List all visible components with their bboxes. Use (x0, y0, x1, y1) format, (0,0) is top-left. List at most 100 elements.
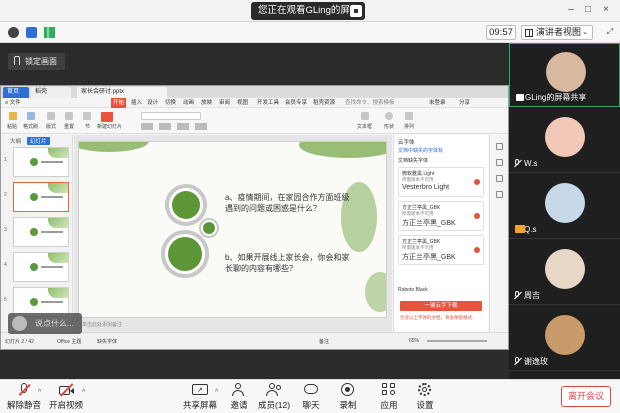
thumb-number: 3 (4, 227, 7, 233)
wps-tab-home[interactable]: 首页 (3, 87, 29, 98)
property-icon[interactable] (496, 143, 503, 150)
wps-menu-bar: ≡ 文件 开始 插入 设计 切换 动画 放映 审阅 视图 开发工具 会员专享 稻… (1, 98, 508, 108)
maximize-icon[interactable]: □ (582, 4, 594, 16)
menu-slideshow[interactable]: 放映 (201, 98, 212, 108)
participant-tile[interactable]: GLing的屏幕共享 (509, 43, 620, 107)
thumb-number: 1 (4, 157, 7, 163)
font-card-status: 所需版本不可用 (402, 177, 434, 182)
download-font-icon[interactable] (474, 247, 480, 253)
settings-button[interactable]: 设置 (410, 383, 440, 411)
stop-viewing-icon[interactable] (350, 5, 362, 17)
thumb-number: 4 (4, 262, 7, 268)
gear-icon-circle (161, 230, 209, 278)
tab-slides[interactable]: 幻灯片 (27, 137, 50, 145)
start-video-button[interactable]: 开启视频 (46, 383, 86, 411)
file-menu[interactable]: ≡ 文件 (5, 98, 21, 108)
arrange-icon[interactable] (405, 112, 413, 120)
new-slide-icon[interactable] (101, 112, 113, 122)
paste-label: 粘贴 (7, 124, 18, 130)
slide-notes[interactable]: 单击此处添加备注 (78, 320, 387, 330)
menu-review[interactable]: 审阅 (219, 98, 230, 108)
slide-editing-area: a、疫情期间，在家园合作方面班级遇到的问题或困惑是什么？ b、如果开展线上家长会… (74, 135, 392, 332)
lock-view-button[interactable]: 锁定画面 (8, 53, 65, 70)
thumb-number: 2 (4, 192, 7, 198)
menu-start[interactable]: 开始 (111, 98, 127, 108)
minimize-icon[interactable]: – (565, 4, 577, 16)
participant-tile[interactable]: 谢逸玫 (509, 307, 620, 371)
download-fonts-button[interactable]: 一键云字下载 (400, 301, 482, 311)
zoom-slider[interactable] (427, 340, 487, 342)
shield-icon[interactable] (26, 27, 37, 38)
slide-thumbnail[interactable] (13, 217, 69, 247)
paste-icon[interactable] (9, 112, 17, 120)
textbox-label: 文本框 (357, 124, 373, 130)
share-screen-button[interactable]: ↗ 共享屏幕 (180, 383, 220, 411)
font-card-preview: Vesterbro Light (402, 184, 450, 191)
members-button[interactable]: 成员(12) (257, 383, 291, 411)
notes-toggle[interactable]: 备注 (319, 338, 329, 345)
participant-tile[interactable]: Q.s (509, 175, 620, 239)
chevron-up-icon[interactable]: ^ (38, 389, 41, 396)
share-link[interactable]: 分享 (459, 98, 470, 108)
reset-icon[interactable] (65, 112, 73, 120)
menu-insert[interactable]: 插入 (131, 98, 142, 108)
wps-ribbon: 粘贴 格式刷 版式 重置 节 新建幻灯片 文本框 形状 排列 (1, 108, 508, 134)
slide-thumbnail[interactable] (13, 182, 69, 212)
apps-button[interactable]: 应用 (374, 383, 404, 411)
font-card[interactable]: 微软雅黑 Light 所需版本不可用 Vesterbro Light (398, 167, 484, 197)
leave-meeting-button[interactable]: 离开会议 (561, 386, 611, 407)
login-status[interactable]: 未登录 (429, 98, 446, 108)
menu-member[interactable]: 会员专享 (285, 98, 307, 108)
menu-design[interactable]: 设计 (147, 98, 158, 108)
close-icon[interactable]: × (600, 4, 612, 16)
backup-icon[interactable] (496, 191, 503, 198)
participant-tile[interactable]: W.s (509, 109, 620, 173)
unmute-button[interactable]: 解除静音 (4, 383, 44, 411)
invite-button[interactable]: 邀请 (224, 383, 254, 411)
command-search[interactable]: 查找命令、搜索模板 (345, 98, 395, 108)
shape-icon[interactable] (385, 112, 393, 120)
participant-name: GLing的屏幕共享 (525, 93, 587, 102)
menu-transition[interactable]: 切换 (165, 98, 176, 108)
record-button[interactable]: 录制 (333, 383, 363, 411)
format-painter-label: 格式刷 (23, 124, 39, 130)
missing-fonts-label: 文档缺失字体 (398, 158, 429, 164)
chevron-up-icon[interactable]: ^ (215, 389, 218, 396)
info-icon[interactable] (8, 27, 19, 38)
wps-tab-bar: 首页 稻壳 家长会研讨.pptx (1, 86, 508, 98)
font-panel-subtitle: 文档中缺失的字体有 (398, 148, 444, 154)
slide-thumbnail[interactable] (13, 147, 69, 177)
download-font-icon[interactable] (474, 179, 480, 185)
layout-icon[interactable] (47, 112, 55, 120)
slide-thumbnail[interactable] (13, 252, 69, 282)
wps-tab-document[interactable]: 家长会研讨.pptx (77, 87, 167, 98)
fullscreen-icon[interactable]: ⤢ (604, 26, 616, 38)
text-format-tools[interactable] (141, 123, 261, 130)
menu-view[interactable]: 视图 (237, 98, 248, 108)
menu-docer-resources[interactable]: 稻壳资源 (313, 98, 335, 108)
current-slide[interactable]: a、疫情期间，在家园合作方面班级遇到的问题或困惑是什么？ b、如果开展线上家长会… (78, 141, 387, 318)
font-icon[interactable] (496, 159, 503, 166)
view-mode-button[interactable]: 演讲者视图 ⌄ (521, 25, 593, 40)
download-font-icon[interactable] (474, 213, 480, 219)
font-panel-note: 包含以上字体的文档，将会保留格式 (400, 315, 472, 320)
wps-window: 首页 稻壳 家长会研讨.pptx ≡ 文件 开始 插入 设计 切换 动画 放映 … (0, 85, 509, 350)
participant-tile[interactable]: 周吉 (509, 241, 620, 305)
animation-icon[interactable] (496, 175, 503, 182)
leaf-decoration (79, 142, 149, 152)
wps-tab-docer[interactable]: 稻壳 (31, 87, 71, 98)
menu-developer[interactable]: 开发工具 (257, 98, 279, 108)
font-card[interactable]: 方正兰亭黑_GBK 所需版本不可用 方正兰亭黑_GBK (398, 201, 484, 231)
meeting-clock: 09:57 (486, 25, 516, 40)
section-icon[interactable] (83, 112, 91, 120)
chat-button[interactable]: 聊天 (296, 383, 326, 411)
screen-share-icon (516, 94, 524, 101)
tab-outline[interactable]: 大纲 (7, 137, 24, 145)
missing-font-status[interactable]: 缺失字体 (97, 338, 117, 345)
font-select[interactable] (141, 112, 201, 120)
textbox-icon[interactable] (361, 112, 369, 120)
chevron-up-icon[interactable]: ^ (82, 389, 85, 396)
menu-animation[interactable]: 动画 (183, 98, 194, 108)
format-painter-icon[interactable] (27, 112, 35, 120)
font-card[interactable]: 方正兰亭黑_GBK 所需版本不可用 方正兰亭黑_GBK (398, 235, 484, 265)
